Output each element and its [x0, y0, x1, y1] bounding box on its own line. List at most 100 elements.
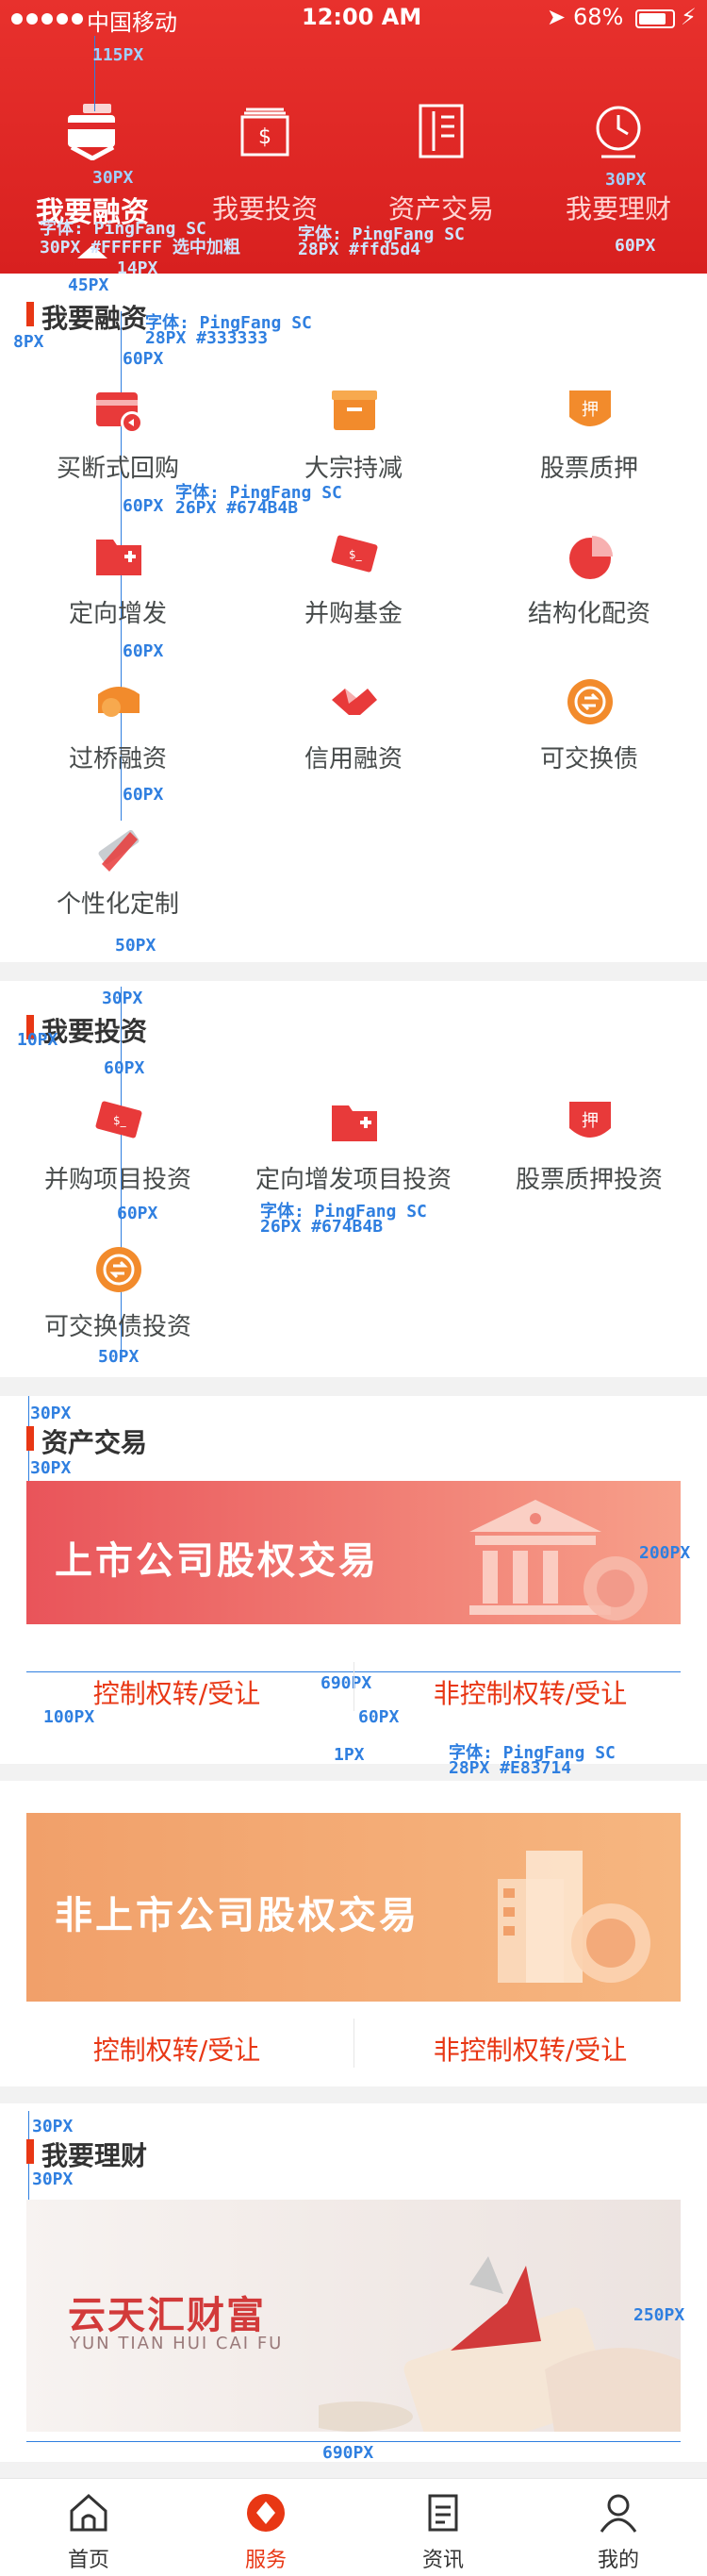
svg-text:$: $	[258, 125, 271, 149]
svg-text:押: 押	[582, 400, 599, 420]
annotation: 10PX	[17, 1030, 58, 1050]
annotation: 28PX #E83714	[449, 1758, 572, 1778]
service-label: 可交换债投资	[43, 1313, 191, 1341]
tab-asset-trading[interactable]: 资产交易	[353, 102, 530, 234]
section-marker	[26, 302, 34, 326]
news-icon	[428, 2494, 458, 2532]
service-label: 定向增发项目投资	[255, 1166, 452, 1194]
pledge-shield-icon: 押	[569, 1102, 611, 1138]
service-label: 信用融资	[304, 745, 403, 773]
card-icon	[68, 104, 115, 160]
annotation: 60PX	[123, 349, 164, 369]
nav-home[interactable]: 首页	[0, 2479, 177, 2576]
annotation: 60PX	[123, 641, 164, 661]
annotation: 1PX	[334, 1745, 365, 1765]
banknote-icon: $_	[331, 535, 378, 573]
nav-news[interactable]: 资讯	[354, 2479, 532, 2576]
svg-text:押: 押	[582, 1111, 599, 1131]
nav-service[interactable]: 服务	[177, 2479, 354, 2576]
listed-equity-banner[interactable]: 上市公司股权交易	[26, 1481, 681, 1624]
svg-text:$_: $_	[113, 1114, 127, 1127]
annotation: 30PX	[30, 1404, 72, 1423]
annotation: 60PX	[615, 236, 656, 256]
annotation: 250PX	[633, 2305, 685, 2325]
pencil-ruler-icon	[98, 830, 140, 872]
pledge-shield-icon: 押	[569, 391, 611, 426]
annotation: 60PX	[104, 1058, 145, 1078]
bottom-nav: 首页 服务 资讯 我的	[0, 2478, 707, 2576]
annotation: 60PX	[123, 496, 164, 516]
annotation: 60PX	[358, 1707, 400, 1727]
annotation: 60PX	[117, 1204, 158, 1223]
svg-text:$_: $_	[349, 548, 363, 561]
banner-title: 上市公司股权交易	[55, 1539, 379, 1583]
annotation: 50PX	[98, 1347, 140, 1367]
exchange-icon	[96, 1247, 141, 1292]
asset-trading-section: 30PX 资产交易 30PX 上市公司股权交易 690PX 200PX 控制权转…	[0, 1396, 707, 1778]
status-bar: 中国移动 12:00 AM ➤ 68% ⚡	[0, 0, 707, 38]
battery-level: 68%	[573, 4, 624, 30]
user-icon	[600, 2494, 637, 2533]
banner-title: 云天汇财富	[68, 2293, 266, 2337]
annotation: 50PX	[115, 936, 156, 956]
charging-icon: ⚡	[681, 4, 697, 30]
buyback-icon	[96, 392, 143, 434]
service-label: 个性化定制	[56, 890, 179, 919]
tablet-hand-image	[319, 2256, 681, 2432]
service-icon	[247, 2494, 285, 2532]
annotation: 200PX	[639, 1543, 691, 1563]
service-label: 并购项目投资	[43, 1166, 191, 1194]
wealth-banner[interactable]: 云天汇财富 YUN TIAN HUI CAI FU	[26, 2200, 681, 2432]
building-icon	[419, 104, 464, 158]
wealth-section: 30PX 我要理财 30PX 云天汇财富 YUN TIAN HUI CAI FU…	[0, 2103, 707, 2463]
control-transfer-link[interactable]: 控制权转/受让	[0, 1673, 354, 1711]
annotation: 100PX	[43, 1707, 95, 1727]
annotation: 45PX	[68, 275, 109, 295]
annotation: 30PX	[32, 2117, 74, 2136]
measure-line	[26, 2441, 681, 2442]
bank-building-icon	[469, 1500, 648, 1620]
battery-icon	[635, 9, 675, 28]
annotation: 30PX #FFFFFF 选中加粗	[40, 238, 240, 258]
financing-section: 45PX 我要融资 8PX 字体: PingFang SC 28PX #3333…	[0, 274, 707, 962]
bridge-hand-icon	[98, 687, 140, 717]
annotation: 30PX	[30, 1458, 72, 1478]
nav-label: 我的	[597, 2549, 639, 2572]
annotation: 690PX	[322, 2443, 374, 2463]
unlisted-equity-banner[interactable]: 非上市公司股权交易	[26, 1813, 681, 2002]
annotation: 8PX	[13, 332, 44, 352]
control-transfer-link[interactable]: 控制权转/受让	[0, 2030, 354, 2068]
nav-label: 资讯	[421, 2549, 464, 2572]
banknote-icon: $_	[95, 1101, 142, 1138]
tab-wealth[interactable]: 我要理财	[530, 102, 707, 234]
folder-plus-icon	[332, 1105, 377, 1141]
annotation: 28PX #ffd5d4	[298, 240, 421, 259]
handshake-icon	[332, 689, 377, 715]
section-title: 我要理财	[41, 2140, 148, 2171]
box-icon	[332, 391, 377, 430]
non-control-transfer-link[interactable]: 非控制权转/受让	[354, 1673, 707, 1711]
nav-mine[interactable]: 我的	[530, 2479, 707, 2576]
header: 中国移动 12:00 AM ➤ 68% ⚡ 我要融资 $ 我要投资 资产交易 我…	[0, 0, 707, 278]
unlisted-equity-section: 非上市公司股权交易 控制权转/受让 非控制权转/受让	[0, 1781, 707, 2086]
service-label: 股票质押投资	[515, 1166, 663, 1194]
annotation: 30PX	[605, 170, 647, 190]
annotation: 30PX	[102, 989, 143, 1008]
signal-icon	[11, 13, 83, 25]
tab-label: 我要理财	[565, 193, 671, 224]
service-label: 过桥融资	[68, 745, 167, 773]
service-label: 结构化配资	[527, 600, 650, 628]
banner-subtitle: YUN TIAN HUI CAI FU	[70, 2334, 284, 2353]
non-control-transfer-link[interactable]: 非控制权转/受让	[354, 2030, 707, 2068]
section-marker	[26, 2139, 34, 2164]
location-icon: ➤	[547, 4, 567, 30]
office-building-icon	[498, 1851, 650, 1983]
nav-label: 服务	[244, 2549, 287, 2572]
nav-label: 首页	[67, 2549, 109, 2572]
section-title: 资产交易	[41, 1427, 148, 1458]
clock-chart-icon	[596, 106, 641, 158]
annotation: 30PX	[32, 2169, 74, 2189]
investment-section: 30PX 我要投资 10PX 60PX $_ 并购项目投资 定向增发项目投资 押…	[0, 981, 707, 1377]
tab-investment[interactable]: $ 我要投资	[176, 102, 354, 234]
service-label: 可交换债	[539, 745, 638, 773]
